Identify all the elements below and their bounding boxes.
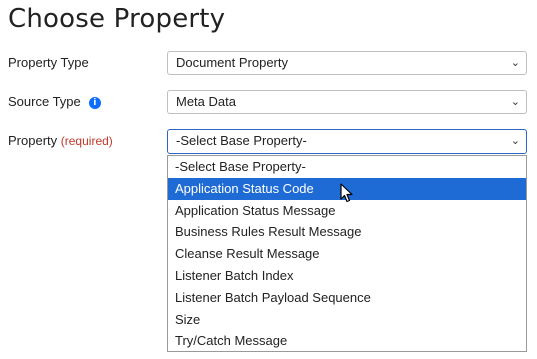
source-type-value: Meta Data xyxy=(176,94,236,109)
property-select[interactable]: -Select Base Property- ⌄ xyxy=(167,129,527,154)
property-type-label: Property Type xyxy=(8,55,89,70)
source-type-select[interactable]: Meta Data ⌄ xyxy=(167,90,527,114)
dropdown-option[interactable]: Listener Batch Index xyxy=(168,265,526,287)
source-type-label-text: Source Type xyxy=(8,94,81,109)
property-value: -Select Base Property- xyxy=(176,133,307,148)
chevron-down-icon: ⌄ xyxy=(510,56,520,69)
chevron-down-icon: ⌄ xyxy=(510,134,520,147)
dropdown-option[interactable]: Try/Catch Message xyxy=(168,330,526,352)
property-type-select[interactable]: Document Property ⌄ xyxy=(167,51,527,75)
required-indicator: (required) xyxy=(60,134,113,148)
dropdown-option[interactable]: Business Rules Result Message xyxy=(168,221,526,243)
dropdown-option[interactable]: Cleanse Result Message xyxy=(168,243,526,265)
info-icon[interactable]: i xyxy=(88,97,101,109)
source-type-label: Source Type i xyxy=(8,94,101,109)
property-label-text: Property xyxy=(8,133,58,148)
property-type-value: Document Property xyxy=(176,55,288,70)
property-label: Property (required) xyxy=(8,133,113,148)
dropdown-option[interactable]: Listener Batch Payload Sequence xyxy=(168,287,526,309)
mouse-pointer-icon xyxy=(340,183,353,203)
dropdown-option[interactable]: -Select Base Property- xyxy=(168,156,526,178)
dropdown-option[interactable]: Size xyxy=(168,309,526,331)
chevron-down-icon: ⌄ xyxy=(510,95,520,108)
page-title: Choose Property xyxy=(8,4,226,34)
